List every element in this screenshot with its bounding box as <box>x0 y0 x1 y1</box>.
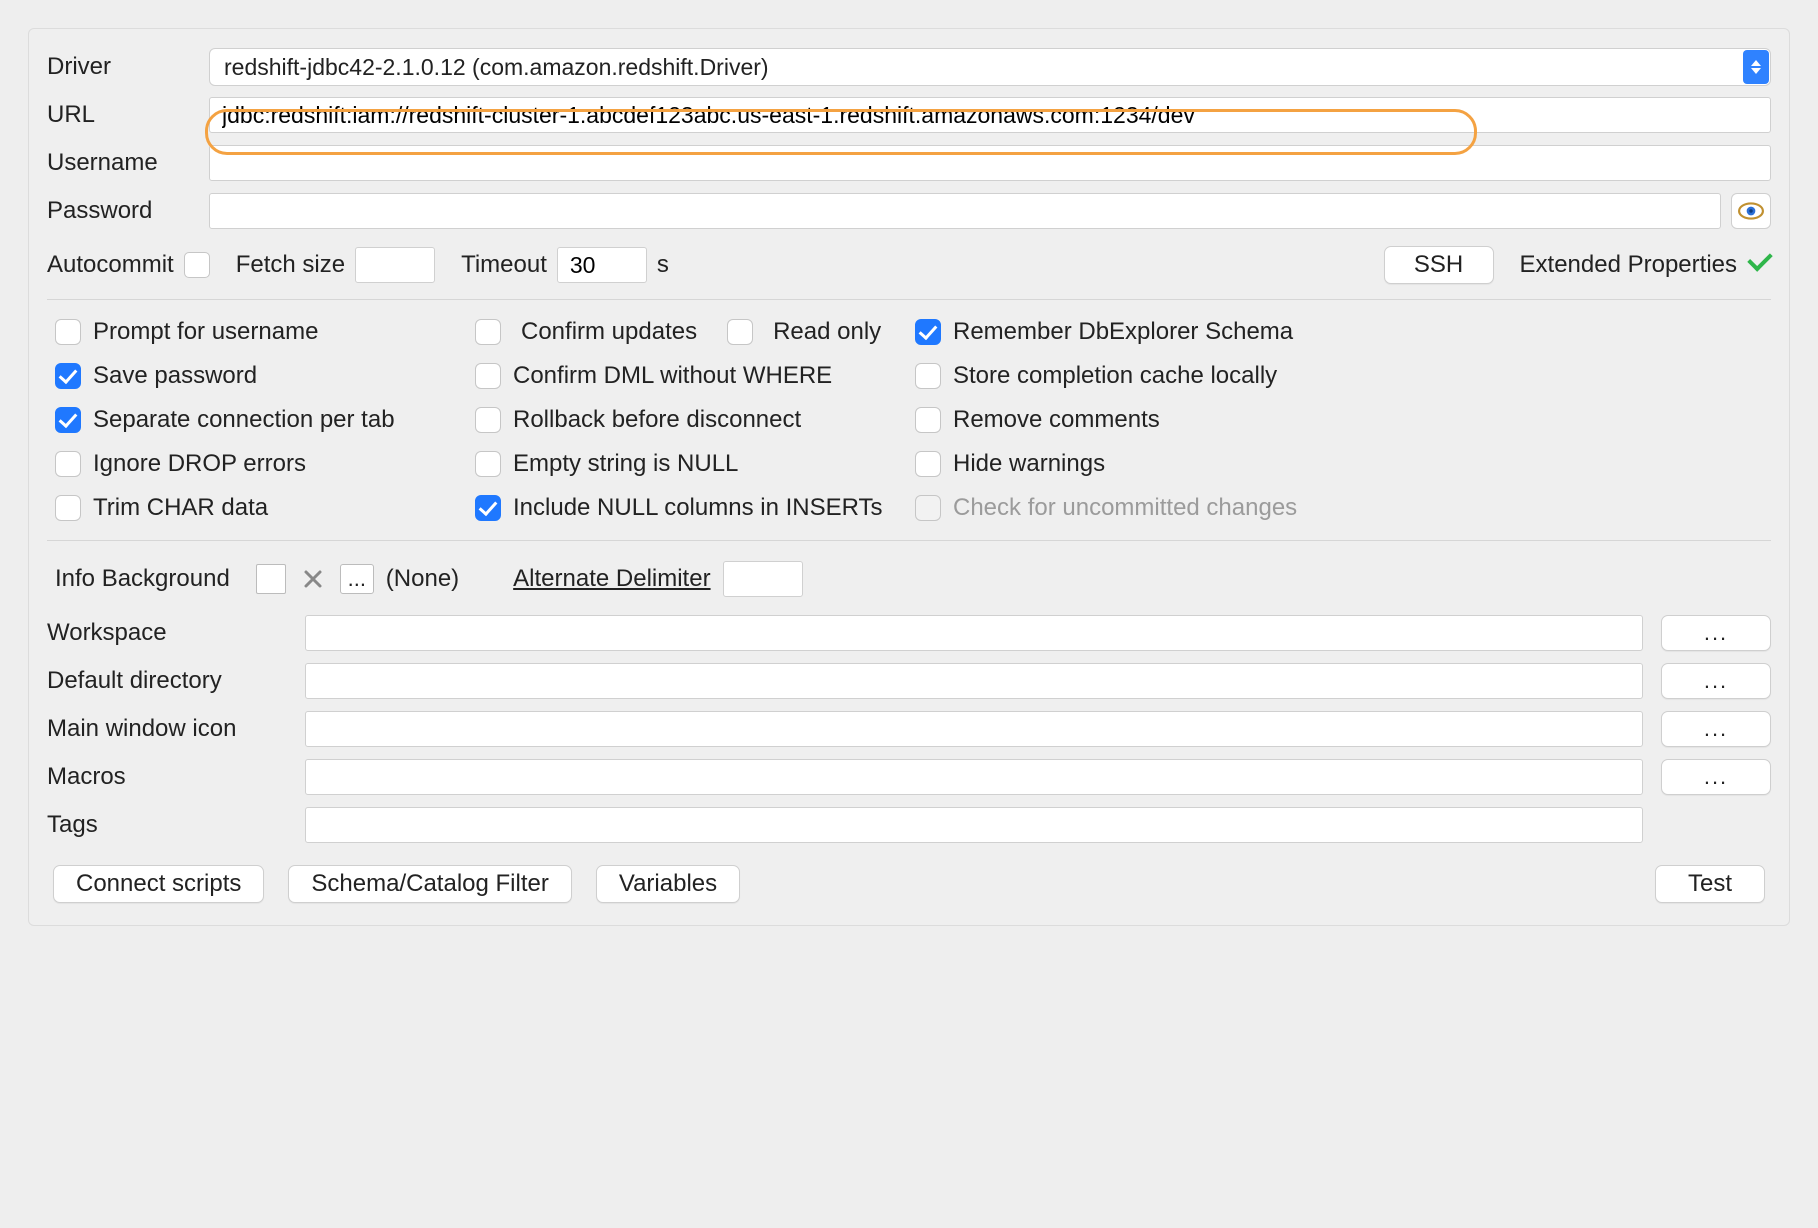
label: Include NULL columns in INSERTs <box>513 494 883 522</box>
check-remember-schema[interactable]: Remember DbExplorer Schema <box>915 318 1435 346</box>
extended-properties-label: Extended Properties <box>1520 251 1737 279</box>
check-confirm-updates[interactable]: Confirm updates Read only <box>475 318 895 346</box>
macros-input[interactable] <box>305 759 1643 795</box>
label: Prompt for username <box>93 318 318 346</box>
main-icon-browse-button[interactable]: ... <box>1661 711 1771 747</box>
check-include-null-insert[interactable]: Include NULL columns in INSERTs <box>475 494 895 522</box>
username-label: Username <box>47 149 199 177</box>
fetch-size-label: Fetch size <box>236 251 345 279</box>
timeout-seconds-suffix: s <box>657 251 669 279</box>
alt-delimiter-input[interactable] <box>723 561 803 597</box>
chevron-down-icon <box>1751 68 1761 74</box>
password-label: Password <box>47 197 199 225</box>
label: Separate connection per tab <box>93 406 395 434</box>
ssh-button[interactable]: SSH <box>1384 246 1494 284</box>
main-icon-label: Main window icon <box>47 715 287 743</box>
password-input[interactable] <box>209 193 1721 229</box>
label: Remove comments <box>953 406 1160 434</box>
label: Ignore DROP errors <box>93 450 306 478</box>
label: Check for uncommitted changes <box>953 494 1297 522</box>
info-background-value: (None) <box>386 565 459 593</box>
extended-properties-button[interactable]: Extended Properties <box>1520 251 1771 279</box>
check-rollback[interactable]: Rollback before disconnect <box>475 406 895 434</box>
close-icon <box>303 569 323 589</box>
show-password-button[interactable] <box>1731 193 1771 229</box>
username-input[interactable] <box>209 145 1771 181</box>
separator <box>47 540 1771 541</box>
check-store-cache[interactable]: Store completion cache locally <box>915 362 1435 390</box>
separator <box>47 299 1771 300</box>
label: Trim CHAR data <box>93 494 268 522</box>
check-hide-warnings[interactable]: Hide warnings <box>915 450 1435 478</box>
check-prompt-username[interactable]: Prompt for username <box>55 318 455 346</box>
fetch-size-input[interactable] <box>355 247 435 283</box>
label: Rollback before disconnect <box>513 406 801 434</box>
clear-color-button[interactable] <box>298 564 328 594</box>
checkmark-icon <box>1743 251 1771 279</box>
url-label: URL <box>47 101 199 129</box>
eye-icon <box>1738 201 1764 221</box>
connect-scripts-button[interactable]: Connect scripts <box>53 865 264 903</box>
autocommit-checkbox[interactable] <box>184 252 210 278</box>
driver-dropdown-button[interactable] <box>1743 50 1769 84</box>
workspace-browse-button[interactable]: ... <box>1661 615 1771 651</box>
info-background-swatch[interactable] <box>256 564 286 594</box>
workspace-label: Workspace <box>47 619 287 647</box>
default-dir-browse-button[interactable]: ... <box>1661 663 1771 699</box>
macros-browse-button[interactable]: ... <box>1661 759 1771 795</box>
tags-label: Tags <box>47 811 287 839</box>
variables-button[interactable]: Variables <box>596 865 740 903</box>
check-remove-comments[interactable]: Remove comments <box>915 406 1435 434</box>
options-grid: Prompt for username Confirm updates Read… <box>47 314 1771 526</box>
check-save-password[interactable]: Save password <box>55 362 455 390</box>
timeout-label: Timeout <box>461 251 547 279</box>
label: Confirm updates <box>521 318 697 346</box>
label: Remember DbExplorer Schema <box>953 318 1293 346</box>
check-separate-conn[interactable]: Separate connection per tab <box>55 406 455 434</box>
tags-input[interactable] <box>305 807 1643 843</box>
autocommit-label: Autocommit <box>47 251 174 279</box>
default-dir-input[interactable] <box>305 663 1643 699</box>
connection-profile-panel: Driver redshift-jdbc42-2.1.0.12 (com.ama… <box>28 28 1790 926</box>
driver-value: redshift-jdbc42-2.1.0.12 (com.amazon.red… <box>224 54 769 81</box>
url-input[interactable] <box>209 97 1771 133</box>
label: Store completion cache locally <box>953 362 1277 390</box>
label: Confirm DML without WHERE <box>513 362 832 390</box>
color-browse-button[interactable]: ... <box>340 564 374 594</box>
workspace-input[interactable] <box>305 615 1643 651</box>
check-empty-null[interactable]: Empty string is NULL <box>475 450 895 478</box>
label: Empty string is NULL <box>513 450 738 478</box>
label: Save password <box>93 362 257 390</box>
schema-filter-button[interactable]: Schema/Catalog Filter <box>288 865 571 903</box>
check-confirm-dml[interactable]: Confirm DML without WHERE <box>475 362 895 390</box>
info-background-label: Info Background <box>55 565 230 593</box>
label: Hide warnings <box>953 450 1105 478</box>
check-trim-char[interactable]: Trim CHAR data <box>55 494 455 522</box>
main-icon-input[interactable] <box>305 711 1643 747</box>
default-dir-label: Default directory <box>47 667 287 695</box>
timeout-input[interactable] <box>557 247 647 283</box>
chevron-up-icon <box>1751 60 1761 66</box>
driver-select[interactable]: redshift-jdbc42-2.1.0.12 (com.amazon.red… <box>209 48 1771 86</box>
check-uncommitted: Check for uncommitted changes <box>915 494 1435 522</box>
driver-label: Driver <box>47 53 199 81</box>
test-button[interactable]: Test <box>1655 865 1765 903</box>
alt-delimiter-label[interactable]: Alternate Delimiter <box>513 565 710 593</box>
label-readonly: Read only <box>773 318 881 346</box>
macros-label: Macros <box>47 763 287 791</box>
check-ignore-drop[interactable]: Ignore DROP errors <box>55 450 455 478</box>
